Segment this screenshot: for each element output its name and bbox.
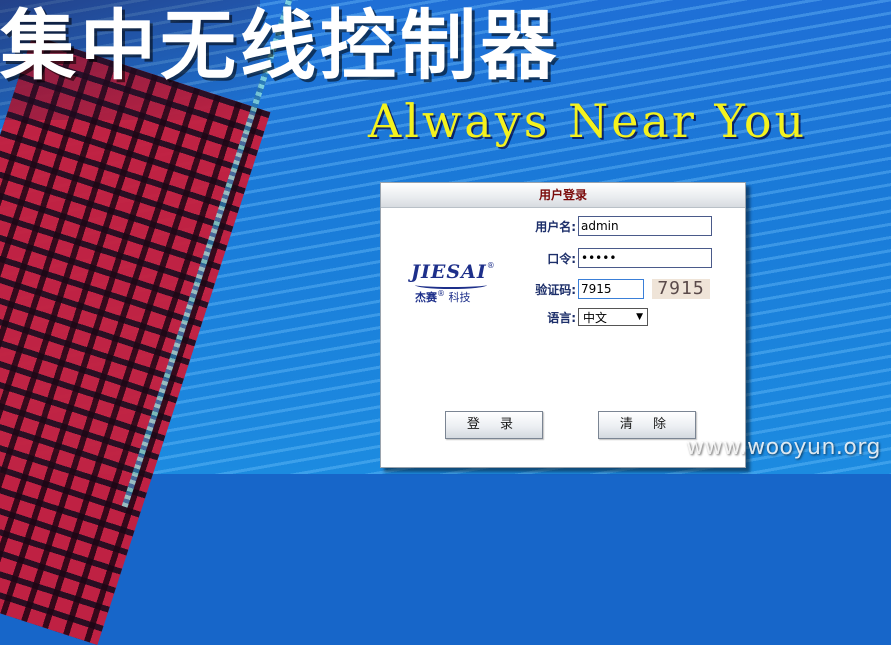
language-select[interactable]: 中文 ▼ — [578, 308, 648, 326]
watermark-text: www.wooyun.org — [686, 435, 881, 460]
company-logo: JIESAI® 杰赛® 科技 — [411, 261, 495, 311]
login-panel-header: 用户登录 — [381, 183, 745, 208]
password-input[interactable] — [578, 248, 712, 268]
clear-button[interactable]: 清 除 — [598, 411, 696, 439]
chevron-down-icon: ▼ — [636, 312, 643, 322]
login-button[interactable]: 登 录 — [445, 411, 543, 439]
registered-mark-icon: ® — [437, 289, 445, 298]
language-row: 语言: 中文 ▼ — [521, 308, 648, 326]
banner-title: 集中无线控制器 — [0, 1, 560, 90]
logo-swoosh-icon — [415, 281, 487, 289]
captcha-row: 验证码: 7915 — [521, 279, 710, 299]
registered-mark-icon: ® — [486, 261, 495, 270]
language-selected-value: 中文 — [583, 310, 608, 325]
banner-slogan: Always Near You — [368, 94, 808, 148]
username-input[interactable] — [578, 216, 712, 236]
captcha-image[interactable]: 7915 — [652, 279, 710, 299]
captcha-input[interactable] — [578, 279, 644, 299]
password-row: 口令: — [521, 248, 712, 268]
logo-cn-tech: 科技 — [448, 291, 471, 304]
language-label: 语言: — [547, 310, 576, 325]
username-row: 用户名: — [521, 216, 712, 236]
logo-subtitle: 杰赛® 科技 — [415, 289, 471, 305]
password-label: 口令: — [547, 251, 576, 266]
captcha-label: 验证码: — [535, 282, 576, 297]
logo-cn-brand: 杰赛 — [415, 291, 437, 304]
logo-brand-text: JIESAI — [411, 261, 487, 283]
login-panel: 用户登录 JIESAI® 杰赛® 科技 用户名: 口令: 验证码: 7915 语… — [380, 182, 746, 468]
username-label: 用户名: — [535, 219, 576, 234]
